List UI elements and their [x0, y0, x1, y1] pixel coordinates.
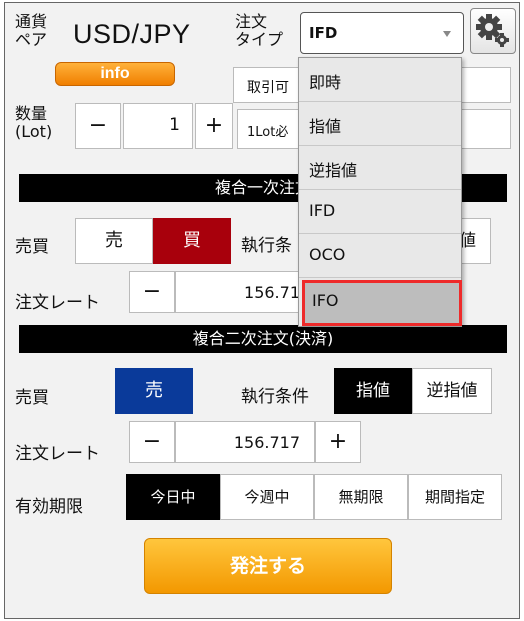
quantity-decrement-button[interactable]: − — [75, 103, 121, 149]
dropdown-item-oco[interactable]: OCO — [299, 234, 461, 278]
first-rate-decrement-button[interactable]: − — [129, 271, 175, 313]
dropdown-item-stop[interactable]: 逆指値 — [299, 146, 461, 190]
second-exec-label: 執行条件 — [241, 387, 309, 407]
order-type-dropdown: 即時 指値 逆指値 IFD OCO IFO — [298, 57, 462, 327]
settings-button[interactable] — [470, 8, 516, 54]
gear-icon — [476, 14, 509, 47]
expiry-option-week[interactable]: 今週中 — [220, 474, 314, 520]
expiry-option-date[interactable]: 期間指定 — [408, 474, 502, 520]
first-rate-label: 注文レート — [15, 293, 100, 313]
quantity-label: 数量 (Lot) — [15, 104, 53, 141]
first-order-header-text: 複合一次注文 — [214, 178, 311, 197]
order-type-select[interactable]: IFD — [300, 12, 464, 54]
first-sell-button[interactable]: 売 — [75, 218, 153, 264]
dropdown-item-limit[interactable]: 指値 — [299, 102, 461, 146]
quantity-input[interactable]: 1 — [123, 103, 193, 149]
second-rate-decrement-button[interactable]: − — [129, 421, 175, 463]
chevron-down-icon — [443, 31, 451, 37]
first-side-label: 売買 — [15, 237, 49, 257]
first-buy-button[interactable]: 買 — [153, 218, 231, 264]
second-side-label: 売買 — [15, 388, 49, 408]
first-rate-input[interactable]: 156.71 — [175, 271, 315, 313]
order-panel: 通貨 ペア USD/JPY 注文 タイプ IFD info 取引可 数量 (Lo… — [4, 2, 520, 619]
order-type-selected-value: IFD — [309, 24, 338, 42]
second-rate-label: 注文レート — [15, 444, 100, 464]
dropdown-item-ifo[interactable]: IFO — [302, 280, 462, 326]
second-rate-increment-button[interactable]: + — [315, 421, 361, 463]
expiry-option-today[interactable]: 今日中 — [126, 474, 220, 520]
expiry-option-unlimited[interactable]: 無期限 — [314, 474, 408, 520]
currency-pair[interactable]: USD/JPY — [73, 19, 191, 50]
second-order-header-text: 複合二次注文(決済) — [192, 329, 334, 348]
second-stop-button[interactable]: 逆指値 — [412, 368, 492, 414]
second-sell-button[interactable]: 売 — [115, 368, 193, 414]
quantity-increment-button[interactable]: + — [195, 103, 233, 149]
available-margin-text: 取引可 — [247, 80, 289, 96]
lot-info-text: 1Lot必 — [247, 125, 289, 140]
expiry-label: 有効期限 — [15, 497, 83, 517]
dropdown-item-market[interactable]: 即時 — [299, 58, 461, 102]
second-rate-input[interactable]: 156.717 — [175, 421, 315, 463]
second-limit-button[interactable]: 指値 — [334, 368, 412, 414]
order-type-label: 注文 タイプ — [235, 12, 284, 49]
first-exec-label: 執行条 — [241, 236, 292, 256]
info-button[interactable]: info — [55, 62, 175, 86]
dropdown-item-ifd[interactable]: IFD — [299, 190, 461, 234]
submit-order-button[interactable]: 発注する — [144, 538, 392, 594]
second-order-header: 複合二次注文(決済) — [19, 325, 507, 353]
pair-label: 通貨 ペア — [15, 12, 48, 49]
